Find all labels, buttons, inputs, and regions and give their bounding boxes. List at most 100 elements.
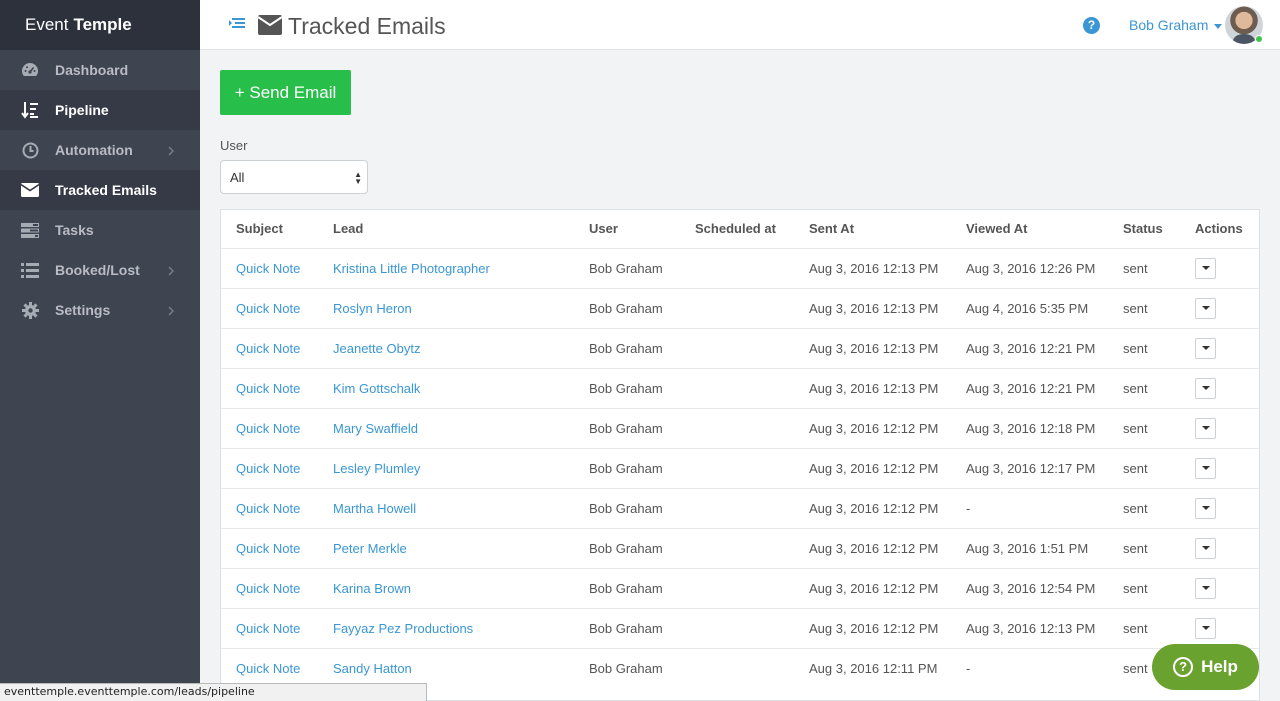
sidebar-item-automation[interactable]: Automation xyxy=(0,130,200,170)
subject-link[interactable]: Quick Note xyxy=(236,421,300,436)
lead-link[interactable]: Kim Gottschalk xyxy=(333,381,420,396)
table-row: Quick Note Karina Brown Bob Graham Aug 3… xyxy=(221,567,1259,608)
tasks-icon xyxy=(20,220,40,240)
viewed-at-cell: Aug 3, 2016 12:13 PM xyxy=(951,607,1108,648)
sidebar-item-booked-lost[interactable]: Booked/Lost xyxy=(0,250,200,290)
caret-down-icon xyxy=(1201,506,1210,510)
subject-link[interactable]: Quick Note xyxy=(236,541,300,556)
user-filter-value: All xyxy=(230,169,245,185)
lead-link[interactable]: Karina Brown xyxy=(333,581,411,596)
sent-at-cell: Aug 3, 2016 12:13 PM xyxy=(794,327,951,368)
row-actions-dropdown[interactable] xyxy=(1195,377,1216,399)
user-menu[interactable]: Bob Graham xyxy=(1129,17,1223,33)
subject-link[interactable]: Quick Note xyxy=(236,621,300,636)
status-cell: sent xyxy=(1108,567,1180,608)
subject-link[interactable]: Quick Note xyxy=(236,581,300,596)
table-row: Quick Note Mary Swaffield Bob Graham Aug… xyxy=(221,407,1259,448)
caret-down-icon xyxy=(1201,586,1210,590)
scheduled-cell xyxy=(680,647,794,688)
table-row: Quick Note Fayyaz Pez Productions Bob Gr… xyxy=(221,607,1259,648)
sent-at-cell: Aug 3, 2016 12:12 PM xyxy=(794,487,951,528)
row-actions-dropdown[interactable] xyxy=(1195,537,1216,559)
subject-link[interactable]: Quick Note xyxy=(236,461,300,476)
column-header-lead[interactable]: Lead xyxy=(318,210,574,248)
user-cell: Bob Graham xyxy=(574,287,680,328)
caret-down-icon xyxy=(1201,266,1210,270)
lead-link[interactable]: Fayyaz Pez Productions xyxy=(333,621,473,636)
sidebar-item-settings[interactable]: Settings xyxy=(0,290,200,330)
chevron-right-icon xyxy=(168,303,174,319)
scheduled-cell xyxy=(680,607,794,648)
row-actions-dropdown[interactable] xyxy=(1195,297,1216,319)
sent-at-cell: Aug 3, 2016 12:13 PM xyxy=(794,367,951,408)
lead-link[interactable]: Jeanette Obytz xyxy=(333,341,420,356)
row-actions-dropdown[interactable] xyxy=(1195,337,1216,359)
sent-at-cell: Aug 3, 2016 12:12 PM xyxy=(794,607,951,648)
scheduled-cell xyxy=(680,367,794,408)
table-row: Quick Note Jeanette Obytz Bob Graham Aug… xyxy=(221,327,1259,368)
subject-link[interactable]: Quick Note xyxy=(236,501,300,516)
lead-link[interactable]: Martha Howell xyxy=(333,501,416,516)
viewed-at-cell: Aug 3, 2016 12:54 PM xyxy=(951,567,1108,608)
column-header-user[interactable]: User xyxy=(574,210,680,248)
status-bar-url: eventtemple.eventtemple.com/leads/pipeli… xyxy=(0,683,427,701)
scheduled-cell xyxy=(680,407,794,448)
lead-link[interactable]: Sandy Hatton xyxy=(333,661,412,676)
brand-logo[interactable]: Event Temple xyxy=(0,0,200,50)
user-name: Bob Graham xyxy=(1129,17,1209,33)
lead-link[interactable]: Kristina Little Photographer xyxy=(333,261,490,276)
table-row: Quick Note Martha Howell Bob Graham Aug … xyxy=(221,487,1259,528)
lead-link[interactable]: Mary Swaffield xyxy=(333,421,418,436)
send-email-button[interactable]: + Send Email xyxy=(220,70,351,115)
help-question-icon[interactable]: ? xyxy=(1083,17,1100,34)
subject-link[interactable]: Quick Note xyxy=(236,661,300,676)
online-status-dot xyxy=(1255,35,1263,43)
scheduled-cell xyxy=(680,527,794,568)
column-header-sent-at[interactable]: Sent At xyxy=(794,210,951,248)
row-actions-dropdown[interactable] xyxy=(1195,417,1216,439)
sidebar-item-tasks[interactable]: Tasks xyxy=(0,210,200,250)
caret-down-icon xyxy=(1201,466,1210,470)
row-actions-dropdown[interactable] xyxy=(1195,497,1216,519)
caret-down-icon xyxy=(1201,346,1210,350)
sidebar-toggle-icon[interactable] xyxy=(229,17,245,34)
sidebar-item-tracked-emails[interactable]: Tracked Emails xyxy=(0,170,200,210)
status-cell: sent xyxy=(1108,487,1180,528)
page-title: Tracked Emails xyxy=(288,13,446,39)
sidebar-item-dashboard[interactable]: Dashboard xyxy=(0,50,200,90)
lead-link[interactable]: Roslyn Heron xyxy=(333,301,412,316)
user-filter-select[interactable]: All ▲ ▼ xyxy=(220,160,368,194)
status-cell: sent xyxy=(1108,447,1180,488)
column-header-actions: Actions xyxy=(1195,221,1243,237)
column-header-subject[interactable]: Subject xyxy=(221,210,318,248)
subject-link[interactable]: Quick Note xyxy=(236,381,300,396)
row-actions-dropdown[interactable] xyxy=(1195,257,1216,279)
user-cell: Bob Graham xyxy=(574,527,680,568)
table-row: Quick Note Roslyn Heron Bob Graham Aug 3… xyxy=(221,287,1259,328)
scheduled-cell xyxy=(680,487,794,528)
user-cell: Bob Graham xyxy=(574,247,680,288)
viewed-at-cell: Aug 4, 2016 5:35 PM xyxy=(951,287,1108,328)
row-actions-dropdown[interactable] xyxy=(1195,617,1216,639)
column-header-viewed-at[interactable]: Viewed At xyxy=(951,210,1108,248)
lead-link[interactable]: Lesley Plumley xyxy=(333,461,420,476)
sidebar-nav: Dashboard Pipeline Automation Tracked Em… xyxy=(0,50,200,330)
envelope-icon xyxy=(257,15,283,38)
scheduled-cell xyxy=(680,327,794,368)
row-actions-dropdown[interactable] xyxy=(1195,577,1216,599)
dashboard-gauge-icon xyxy=(20,60,40,80)
status-cell: sent xyxy=(1108,407,1180,448)
row-actions-dropdown[interactable] xyxy=(1195,457,1216,479)
subject-link[interactable]: Quick Note xyxy=(236,261,300,276)
scheduled-cell xyxy=(680,247,794,288)
column-header-status[interactable]: Status xyxy=(1108,210,1180,248)
sent-at-cell: Aug 3, 2016 12:12 PM xyxy=(794,447,951,488)
column-header-scheduled-at[interactable]: Scheduled at xyxy=(680,210,794,248)
sent-at-cell: Aug 3, 2016 12:11 PM xyxy=(794,647,951,688)
lead-link[interactable]: Peter Merkle xyxy=(333,541,407,556)
help-widget-button[interactable]: ? Help xyxy=(1152,644,1259,690)
subject-link[interactable]: Quick Note xyxy=(236,341,300,356)
brand-name-part1: Event xyxy=(25,15,69,34)
sidebar-item-pipeline[interactable]: Pipeline xyxy=(0,90,200,130)
subject-link[interactable]: Quick Note xyxy=(236,301,300,316)
